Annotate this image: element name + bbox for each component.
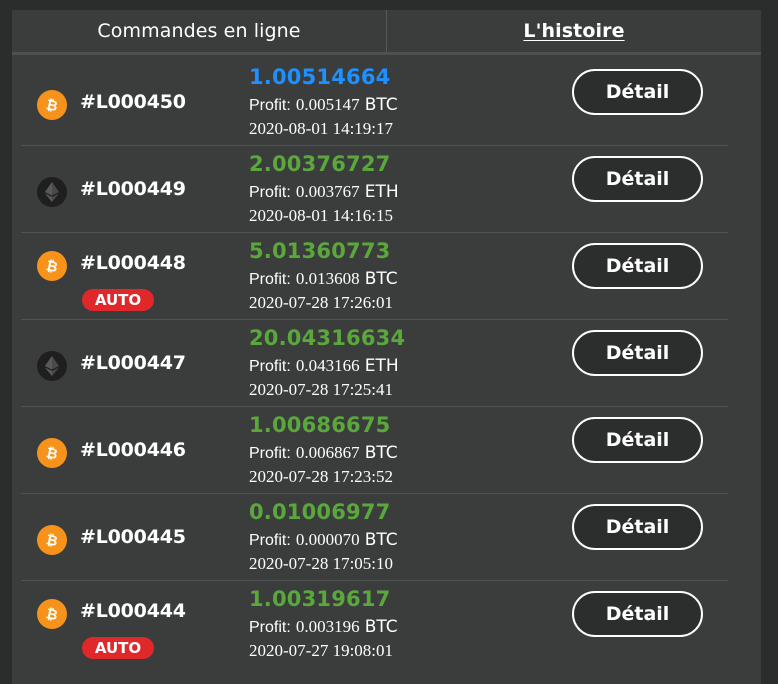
order-row: #L000449 2.00376727 Profit: 0.003767 ETH 20… [21, 146, 728, 233]
order-row: ₿ #L000445 0.01006977 Profit: 0.000070 BTC 2… [21, 494, 728, 581]
bitcoin-icon: ₿ [37, 599, 67, 629]
order-amount: 1.00319617 [249, 587, 391, 611]
profit-currency: BTC [364, 443, 398, 463]
profit-currency: ETH [364, 182, 399, 202]
svg-text:₿: ₿ [45, 606, 59, 623]
tab-history-label: L'histoire [523, 20, 625, 42]
profit-label: Profit: [249, 97, 291, 114]
detail-button[interactable]: Détail [572, 330, 703, 376]
bitcoin-icon: ₿ [37, 251, 67, 281]
order-profit: Profit: 0.013608 BTC [249, 269, 398, 289]
order-date: 2020-07-28 17:23:52 [249, 467, 394, 486]
order-amount: 0.01006977 [249, 500, 391, 524]
detail-button[interactable]: Détail [572, 591, 703, 637]
order-row: ₿ #L000444 AUTO 1.00319617 Profit: 0.003196 … [21, 581, 728, 667]
order-profit: Profit: 0.003196 BTC [249, 617, 398, 637]
order-row: #L000447 20.04316634 Profit: 0.043166 ETH 2… [21, 320, 728, 407]
order-id: #L000447 [80, 352, 186, 374]
order-id: #L000449 [80, 178, 186, 200]
profit-currency: BTC [364, 269, 398, 289]
order-row: ₿ #L000450 1.00514664 Profit: 0.005147 BTC 2… [21, 59, 728, 146]
profit-label: Profit: [249, 184, 291, 201]
order-profit: Profit: 0.000070 BTC [249, 530, 398, 550]
order-date: 2020-07-28 17:26:01 [249, 293, 394, 312]
order-amount: 1.00686675 [249, 413, 391, 437]
profit-value: 0.005147 [295, 95, 360, 114]
detail-button[interactable]: Détail [572, 504, 703, 550]
detail-button[interactable]: Détail [572, 69, 703, 115]
detail-button[interactable]: Détail [572, 156, 703, 202]
order-id: #L000450 [80, 91, 186, 113]
order-list: ₿ #L000450 1.00514664 Profit: 0.005147 BTC 2… [21, 59, 728, 667]
order-date: 2020-07-28 17:25:41 [249, 380, 394, 399]
auto-badge: AUTO [82, 289, 154, 311]
profit-label: Profit: [249, 532, 291, 549]
order-id: #L000444 [80, 600, 186, 622]
order-amount: 20.04316634 [249, 326, 406, 350]
order-row: ₿ #L000446 1.00686675 Profit: 0.006867 BTC 2… [21, 407, 728, 494]
order-profit: Profit: 0.043166 ETH [249, 356, 399, 376]
tab-online-orders-label: Commandes en ligne [97, 20, 301, 42]
profit-value: 0.006867 [295, 443, 360, 462]
tab-history[interactable]: L'histoire [386, 10, 761, 52]
tab-bar: Commandes en ligne L'histoire [12, 10, 761, 55]
order-date: 2020-07-27 19:08:01 [249, 641, 394, 660]
order-profit: Profit: 0.005147 BTC [249, 95, 398, 115]
order-id: #L000445 [80, 526, 186, 548]
order-amount: 1.00514664 [249, 65, 391, 89]
order-amount: 5.01360773 [249, 239, 391, 263]
profit-label: Profit: [249, 445, 291, 462]
ethereum-icon [37, 177, 67, 207]
auto-badge: AUTO [82, 637, 154, 659]
svg-text:₿: ₿ [45, 97, 59, 114]
profit-value: 0.003767 [295, 182, 360, 201]
detail-button[interactable]: Détail [572, 243, 703, 289]
order-id: #L000446 [80, 439, 186, 461]
svg-text:₿: ₿ [45, 532, 59, 549]
profit-label: Profit: [249, 271, 291, 288]
profit-value: 0.003196 [295, 617, 360, 636]
profit-currency: BTC [364, 95, 398, 115]
bitcoin-icon: ₿ [37, 438, 67, 468]
order-id: #L000448 [80, 252, 186, 274]
profit-currency: BTC [364, 530, 398, 550]
order-date: 2020-08-01 14:16:15 [249, 206, 394, 225]
profit-label: Profit: [249, 619, 291, 636]
profit-value: 0.043166 [295, 356, 360, 375]
svg-text:₿: ₿ [45, 445, 59, 462]
profit-currency: BTC [364, 617, 398, 637]
order-date: 2020-07-28 17:05:10 [249, 554, 394, 573]
bitcoin-icon: ₿ [37, 525, 67, 555]
detail-button[interactable]: Détail [572, 417, 703, 463]
order-profit: Profit: 0.006867 BTC [249, 443, 398, 463]
bitcoin-icon: ₿ [37, 90, 67, 120]
order-date: 2020-08-01 14:19:17 [249, 119, 394, 138]
profit-value: 0.013608 [295, 269, 360, 288]
profit-currency: ETH [364, 356, 399, 376]
tab-online-orders[interactable]: Commandes en ligne [12, 10, 386, 52]
profit-value: 0.000070 [295, 530, 360, 549]
order-row: ₿ #L000448 AUTO 5.01360773 Profit: 0.013608 … [21, 233, 728, 320]
profit-label: Profit: [249, 358, 291, 375]
order-profit: Profit: 0.003767 ETH [249, 182, 399, 202]
svg-text:₿: ₿ [45, 258, 59, 275]
ethereum-icon [37, 351, 67, 381]
order-amount: 2.00376727 [249, 152, 391, 176]
